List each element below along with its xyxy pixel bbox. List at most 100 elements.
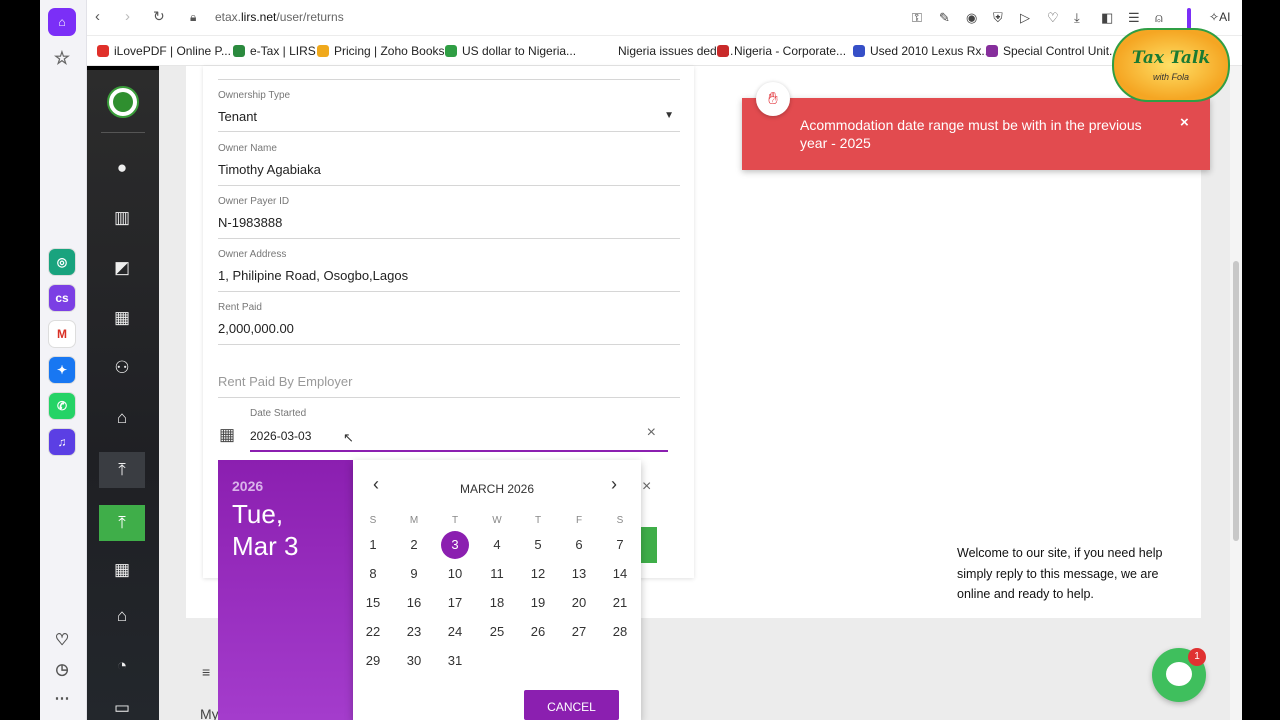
back-icon[interactable]: ‹ bbox=[95, 8, 100, 25]
calendar-day[interactable]: 8 bbox=[359, 560, 387, 588]
date-started-field[interactable]: Date Started 2026-03-03 × bbox=[250, 408, 668, 452]
calendar-day[interactable]: 30 bbox=[400, 647, 428, 675]
toast-close-icon[interactable]: × bbox=[1180, 114, 1189, 131]
calendar-day[interactable]: 24 bbox=[441, 618, 469, 646]
sidebar-divider bbox=[101, 132, 145, 133]
calendar-day[interactable]: 31 bbox=[441, 647, 469, 675]
cs-app-icon[interactable]: cs bbox=[48, 284, 76, 312]
calendar-day[interactable]: 18 bbox=[483, 589, 511, 617]
alarm-icon[interactable]: ◔ bbox=[99, 648, 145, 684]
page-scrollbar[interactable] bbox=[1230, 66, 1242, 720]
calendar-day[interactable]: 1 bbox=[359, 531, 387, 559]
owner-address-field[interactable]: Owner Address 1, Philipine Road, Osogbo,… bbox=[218, 249, 680, 292]
bookmark-item[interactable]: Pricing | Zoho Books bbox=[317, 44, 445, 58]
calendar-day[interactable]: 6 bbox=[565, 531, 593, 559]
calendar-day[interactable]: 19 bbox=[524, 589, 552, 617]
chart-icon[interactable]: ▥ bbox=[99, 200, 145, 236]
submit-button-partial[interactable] bbox=[641, 527, 657, 563]
calendar-day[interactable]: 4 bbox=[483, 531, 511, 559]
device-icon[interactable]: ▭ bbox=[99, 696, 145, 720]
user-icon[interactable]: ● bbox=[99, 150, 145, 186]
datepicker-header: 2026 Tue, Mar 3 bbox=[218, 460, 353, 720]
building-icon[interactable]: ▦ bbox=[99, 300, 145, 336]
shield-icon[interactable]: ⛨ bbox=[993, 10, 1003, 26]
owner-address-value: 1, Philipine Road, Osogbo,Lagos bbox=[218, 268, 409, 283]
calendar-day[interactable]: 16 bbox=[400, 589, 428, 617]
messenger-icon[interactable]: ✦ bbox=[48, 356, 76, 384]
calendar-day[interactable]: 5 bbox=[524, 531, 552, 559]
calendar-day[interactable]: 2 bbox=[400, 531, 428, 559]
bookmark-item[interactable]: e-Tax | LIRS bbox=[233, 44, 316, 58]
bank-icon[interactable]: ⌂ bbox=[99, 400, 145, 436]
gmail-icon[interactable]: M bbox=[48, 320, 76, 348]
whatsapp-icon[interactable]: ✆ bbox=[48, 392, 76, 420]
music-icon[interactable]: ♫ bbox=[48, 428, 76, 456]
play-icon[interactable]: ▷ bbox=[1020, 10, 1030, 26]
calendar-day[interactable]: 21 bbox=[606, 589, 634, 617]
bookmark-item[interactable]: iLovePDF | Online P... bbox=[97, 44, 231, 58]
calendar-day[interactable]: 14 bbox=[606, 560, 634, 588]
bookmark-item[interactable]: Nigeria issues dedu... bbox=[601, 44, 733, 58]
camera-icon[interactable]: ◉ bbox=[966, 10, 977, 26]
edit-icon[interactable]: ✎ bbox=[939, 10, 950, 26]
menu-icon[interactable]: ☰ bbox=[1128, 10, 1140, 26]
partial-menu-text: My bbox=[200, 706, 219, 720]
upload-icon[interactable]: ⤒ bbox=[99, 452, 145, 488]
rent-paid-by-employer-field[interactable]: Rent Paid By Employer bbox=[218, 374, 680, 398]
calendar-day[interactable]: 20 bbox=[565, 589, 593, 617]
owner-payer-id-field[interactable]: Owner Payer ID N-1983888 bbox=[218, 196, 680, 239]
opera-home-icon[interactable]: ⌂ bbox=[48, 8, 76, 36]
people-icon[interactable]: ⚇ bbox=[99, 350, 145, 386]
heart-icon[interactable]: ♡ bbox=[48, 626, 76, 654]
upload-active-icon[interactable]: ⤒ bbox=[99, 505, 145, 541]
key-icon[interactable]: ⚿ bbox=[912, 10, 922, 26]
ai-button[interactable]: ✧AI bbox=[1209, 10, 1230, 24]
bookmark-item[interactable]: US dollar to Nigeria... bbox=[445, 44, 576, 58]
url-field[interactable]: etax.lirs.net/user/returns bbox=[215, 10, 344, 24]
rent-paid-field[interactable]: Rent Paid 2,000,000.00 bbox=[218, 302, 680, 345]
calendar-day[interactable]: 29 bbox=[359, 647, 387, 675]
calendar-day[interactable]: 9 bbox=[400, 560, 428, 588]
bookmark-item[interactable]: Nigeria - Corporate... bbox=[717, 44, 846, 58]
chatgpt-icon[interactable]: ◎ bbox=[48, 248, 76, 276]
calendar-day[interactable]: 13 bbox=[565, 560, 593, 588]
calendar-day[interactable]: 7 bbox=[606, 531, 634, 559]
datepicker-year[interactable]: 2026 bbox=[232, 478, 263, 494]
ownership-type-select[interactable]: Ownership Type Tenant ▼ bbox=[218, 90, 680, 132]
calendar-day[interactable]: 27 bbox=[565, 618, 593, 646]
calendar-day[interactable]: 15 bbox=[359, 589, 387, 617]
calendar-day[interactable]: 10 bbox=[441, 560, 469, 588]
calendar-day[interactable]: 28 bbox=[606, 618, 634, 646]
cancel-button[interactable]: CANCEL bbox=[524, 690, 619, 720]
clear-date-2-icon[interactable]: × bbox=[642, 478, 651, 496]
compare-icon[interactable]: ◩ bbox=[99, 250, 145, 286]
profile-icon[interactable]: ⍝ bbox=[1155, 10, 1163, 26]
heart-toolbar-icon[interactable]: ♡ bbox=[1047, 10, 1059, 26]
bookmark-item[interactable]: Used 2010 Lexus Rx... bbox=[853, 44, 991, 58]
star-icon[interactable]: ☆ bbox=[48, 44, 76, 72]
calendar-day[interactable]: 25 bbox=[483, 618, 511, 646]
more-icon[interactable]: ⋯ bbox=[48, 684, 76, 712]
forward-icon[interactable]: › bbox=[125, 8, 130, 25]
chat-welcome-bubble[interactable]: Welcome to our site, if you need help si… bbox=[943, 533, 1200, 618]
clear-date-icon[interactable]: × bbox=[647, 424, 656, 442]
download-icon[interactable]: ⤓ bbox=[1074, 10, 1080, 26]
sidebar-toggle-icon[interactable]: ◧ bbox=[1101, 10, 1113, 26]
reload-icon[interactable]: ↻ bbox=[153, 8, 165, 25]
calendar-day[interactable]: 23 bbox=[400, 618, 428, 646]
calendar-day[interactable]: 12 bbox=[524, 560, 552, 588]
bookmark-favicon-icon bbox=[717, 45, 729, 57]
bank-2-icon[interactable]: ⌂ bbox=[99, 598, 145, 634]
calendar-day[interactable]: 26 bbox=[524, 618, 552, 646]
history-clock-icon[interactable]: ◷ bbox=[48, 655, 76, 683]
calendar-day[interactable]: 17 bbox=[441, 589, 469, 617]
next-month-icon[interactable]: › bbox=[611, 474, 617, 495]
scrollbar-thumb[interactable] bbox=[1233, 261, 1239, 541]
mouse-cursor-icon: ↖ bbox=[343, 430, 354, 445]
calendar-day[interactable]: 22 bbox=[359, 618, 387, 646]
bookmark-item[interactable]: Special Control Unit... bbox=[986, 44, 1119, 58]
calendar-day-selected[interactable]: 3 bbox=[441, 531, 469, 559]
building-2-icon[interactable]: ▦ bbox=[99, 552, 145, 588]
calendar-day[interactable]: 11 bbox=[483, 560, 511, 588]
owner-name-field[interactable]: Owner Name Timothy Agabiaka bbox=[218, 143, 680, 186]
